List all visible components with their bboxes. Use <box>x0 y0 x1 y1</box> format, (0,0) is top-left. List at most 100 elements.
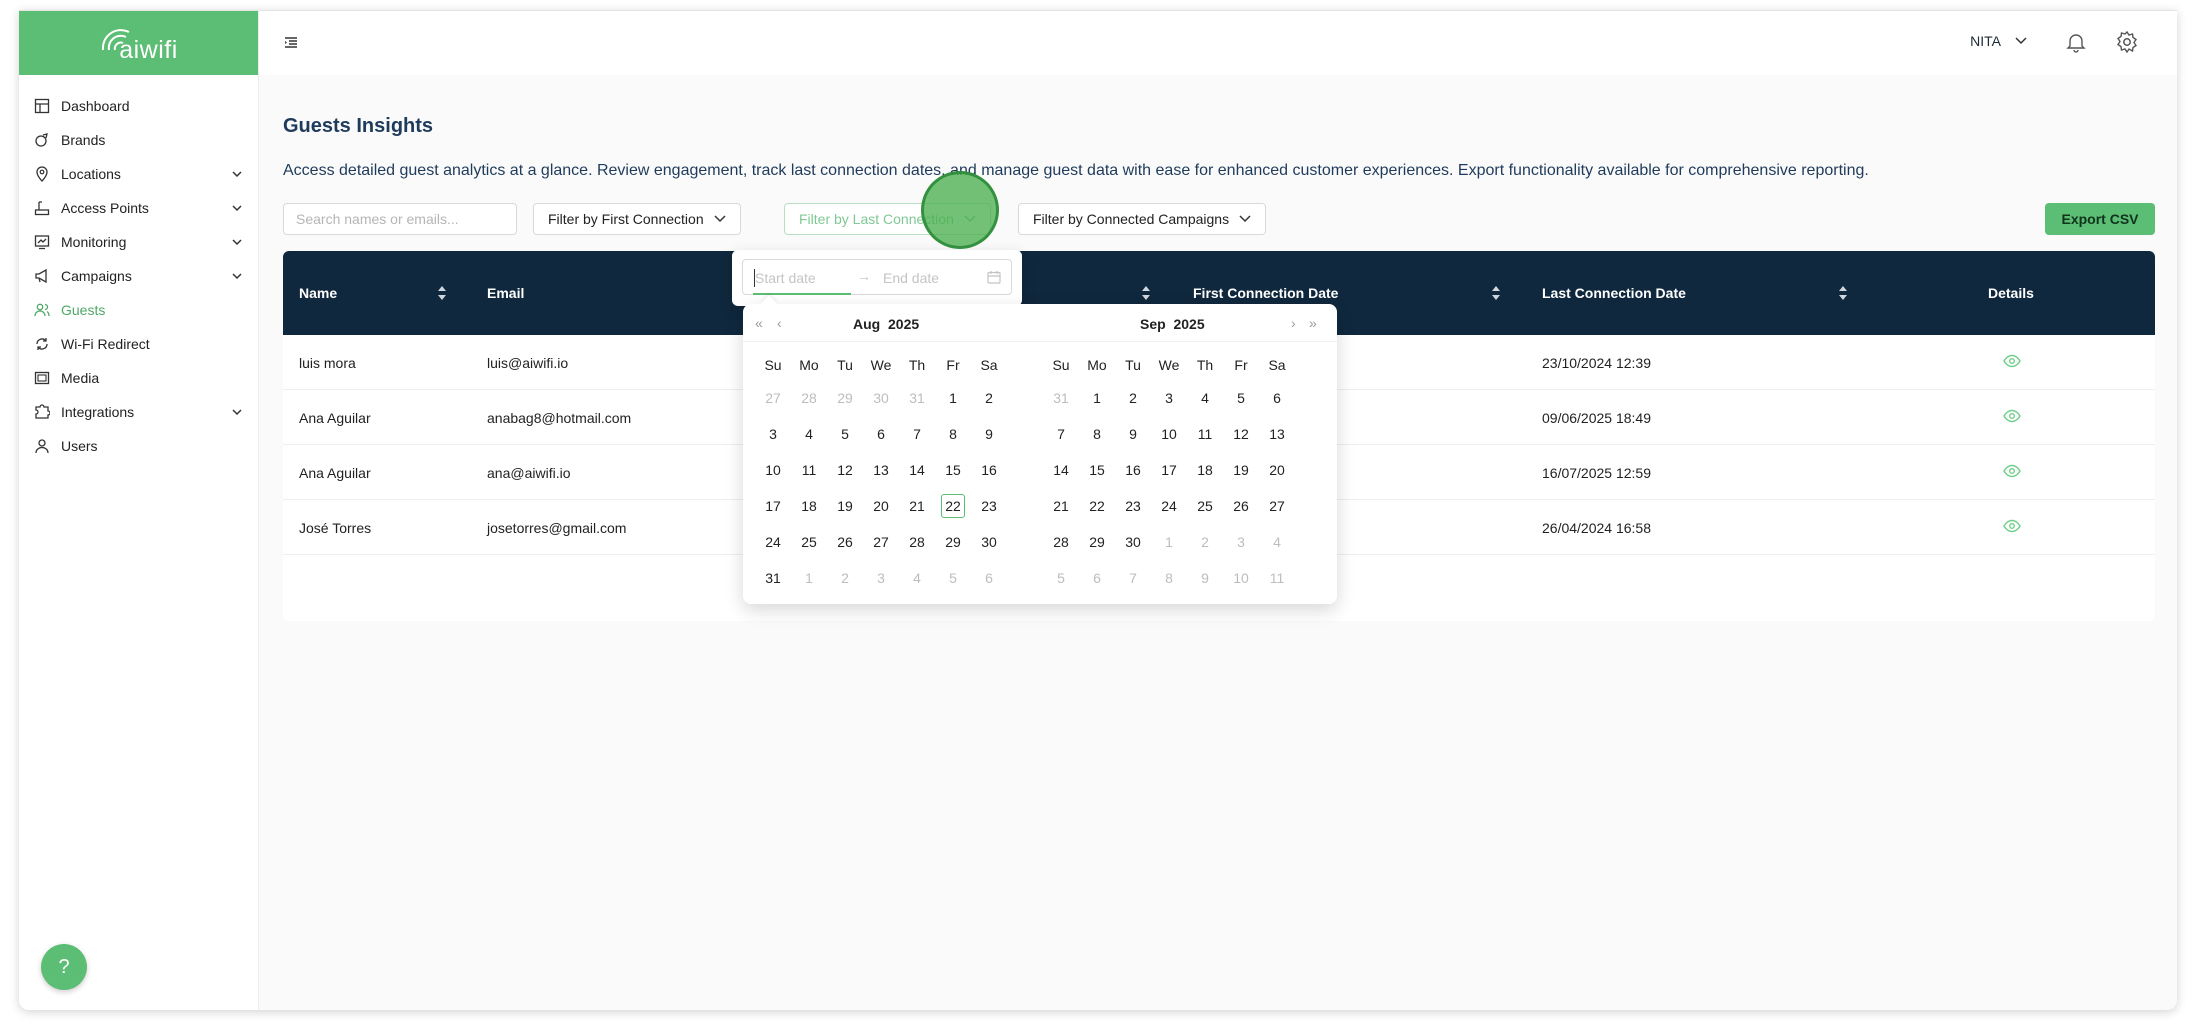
calendar-day[interactable]: 11 <box>791 452 827 488</box>
calendar-day[interactable]: 7 <box>1115 560 1151 596</box>
calendar-day[interactable]: 27 <box>863 524 899 560</box>
menu-toggle-icon[interactable] <box>281 33 301 53</box>
chevron-down-icon[interactable] <box>230 269 244 283</box>
calendar-day[interactable]: 31 <box>755 560 791 596</box>
left-month[interactable]: Aug <box>853 316 880 332</box>
sidebar-item-wi-fi-redirect[interactable]: Wi-Fi Redirect <box>19 327 258 361</box>
calendar-day[interactable]: 7 <box>1043 416 1079 452</box>
sidebar-item-users[interactable]: Users <box>19 429 258 463</box>
right-month-title[interactable]: Sep 2025 <box>1140 316 1205 332</box>
calendar-day[interactable]: 1 <box>935 380 971 416</box>
sidebar-item-dashboard[interactable]: Dashboard <box>19 89 258 123</box>
sidebar-item-guests[interactable]: Guests <box>19 293 258 327</box>
sidebar-item-integrations[interactable]: Integrations <box>19 395 258 429</box>
calendar-day[interactable]: 3 <box>863 560 899 596</box>
calendar-day[interactable]: 8 <box>1151 560 1187 596</box>
calendar-day[interactable]: 4 <box>1259 524 1295 560</box>
calendar-day[interactable]: 29 <box>935 524 971 560</box>
calendar-day[interactable]: 27 <box>755 380 791 416</box>
sidebar-item-media[interactable]: Media <box>19 361 258 395</box>
calendar-day[interactable]: 20 <box>1259 452 1295 488</box>
calendar-day[interactable]: 6 <box>863 416 899 452</box>
calendar-day[interactable]: 10 <box>755 452 791 488</box>
calendar-day[interactable]: 9 <box>971 416 1007 452</box>
calendar-day[interactable]: 17 <box>755 488 791 524</box>
calendar-day[interactable]: 8 <box>1079 416 1115 452</box>
calendar-day[interactable]: 5 <box>935 560 971 596</box>
calendar-day[interactable]: 4 <box>791 416 827 452</box>
date-range-input[interactable]: Start date → End date <box>742 259 1012 295</box>
calendar-day[interactable]: 10 <box>1223 560 1259 596</box>
filter-first-connection-button[interactable]: Filter by First Connection <box>533 203 741 235</box>
header-email[interactable]: Email <box>487 285 524 301</box>
eye-icon[interactable] <box>2003 464 2021 481</box>
calendar-day[interactable]: 13 <box>863 452 899 488</box>
calendar-day[interactable]: 16 <box>971 452 1007 488</box>
calendar-day[interactable]: 26 <box>827 524 863 560</box>
calendar-day[interactable]: 19 <box>1223 452 1259 488</box>
calendar-day[interactable]: 29 <box>827 380 863 416</box>
eye-icon[interactable] <box>2003 519 2021 536</box>
user-menu[interactable]: NITA <box>1970 33 2027 49</box>
calendar-day[interactable]: 6 <box>1259 380 1295 416</box>
chevron-down-icon[interactable] <box>230 235 244 249</box>
calendar-day[interactable]: 24 <box>755 524 791 560</box>
calendar-day[interactable]: 6 <box>1079 560 1115 596</box>
calendar-day[interactable]: 3 <box>1223 524 1259 560</box>
calendar-day[interactable]: 21 <box>899 488 935 524</box>
calendar-day-today[interactable]: 22 <box>935 488 971 524</box>
calendar-day[interactable]: 6 <box>971 560 1007 596</box>
calendar-day[interactable]: 5 <box>1223 380 1259 416</box>
eye-icon[interactable] <box>2003 409 2021 426</box>
calendar-day[interactable]: 25 <box>1187 488 1223 524</box>
calendar-day[interactable]: 12 <box>1223 416 1259 452</box>
calendar-day[interactable]: 30 <box>1115 524 1151 560</box>
sidebar-item-access-points[interactable]: Access Points <box>19 191 258 225</box>
chevron-down-icon[interactable] <box>230 167 244 181</box>
left-month-title[interactable]: Aug 2025 <box>853 316 919 332</box>
calendar-day[interactable]: 15 <box>935 452 971 488</box>
right-year[interactable]: 2025 <box>1173 316 1204 332</box>
sidebar-item-brands[interactable]: Brands <box>19 123 258 157</box>
export-csv-button[interactable]: Export CSV <box>2045 203 2155 235</box>
calendar-day[interactable]: 30 <box>971 524 1007 560</box>
calendar-day[interactable]: 19 <box>827 488 863 524</box>
calendar-day[interactable]: 9 <box>1115 416 1151 452</box>
calendar-day[interactable]: 30 <box>863 380 899 416</box>
calendar-day[interactable]: 22 <box>1079 488 1115 524</box>
calendar-day[interactable]: 11 <box>1187 416 1223 452</box>
calendar-day[interactable]: 7 <box>899 416 935 452</box>
calendar-day[interactable]: 2 <box>1187 524 1223 560</box>
calendar-day[interactable]: 1 <box>1151 524 1187 560</box>
sidebar-item-campaigns[interactable]: Campaigns <box>19 259 258 293</box>
sort-icon[interactable] <box>1491 285 1501 301</box>
calendar-day[interactable]: 15 <box>1079 452 1115 488</box>
calendar-day[interactable]: 29 <box>1079 524 1115 560</box>
calendar-day[interactable]: 21 <box>1043 488 1079 524</box>
logo[interactable]: aiwifi <box>19 11 258 75</box>
calendar-day[interactable]: 28 <box>1043 524 1079 560</box>
calendar-day[interactable]: 2 <box>971 380 1007 416</box>
calendar-day[interactable]: 20 <box>863 488 899 524</box>
calendar-day[interactable]: 12 <box>827 452 863 488</box>
calendar-day[interactable]: 31 <box>1043 380 1079 416</box>
calendar-day[interactable]: 1 <box>1079 380 1115 416</box>
calendar-day[interactable]: 27 <box>1259 488 1295 524</box>
help-button[interactable]: ? <box>41 944 87 990</box>
calendar-day[interactable]: 18 <box>791 488 827 524</box>
calendar-day[interactable]: 14 <box>899 452 935 488</box>
prev-year-icon[interactable]: « <box>755 315 763 331</box>
calendar-day[interactable]: 2 <box>827 560 863 596</box>
calendar-day[interactable]: 18 <box>1187 452 1223 488</box>
calendar-day[interactable]: 24 <box>1151 488 1187 524</box>
calendar-day[interactable]: 10 <box>1151 416 1187 452</box>
calendar-day[interactable]: 4 <box>1187 380 1223 416</box>
prev-month-icon[interactable]: ‹ <box>777 315 782 331</box>
calendar-day[interactable]: 13 <box>1259 416 1295 452</box>
calendar-day[interactable]: 3 <box>1151 380 1187 416</box>
calendar-day[interactable]: 3 <box>755 416 791 452</box>
header-name[interactable]: Name <box>299 285 337 301</box>
calendar-day[interactable]: 16 <box>1115 452 1151 488</box>
chevron-down-icon[interactable] <box>230 405 244 419</box>
calendar-day[interactable]: 25 <box>791 524 827 560</box>
